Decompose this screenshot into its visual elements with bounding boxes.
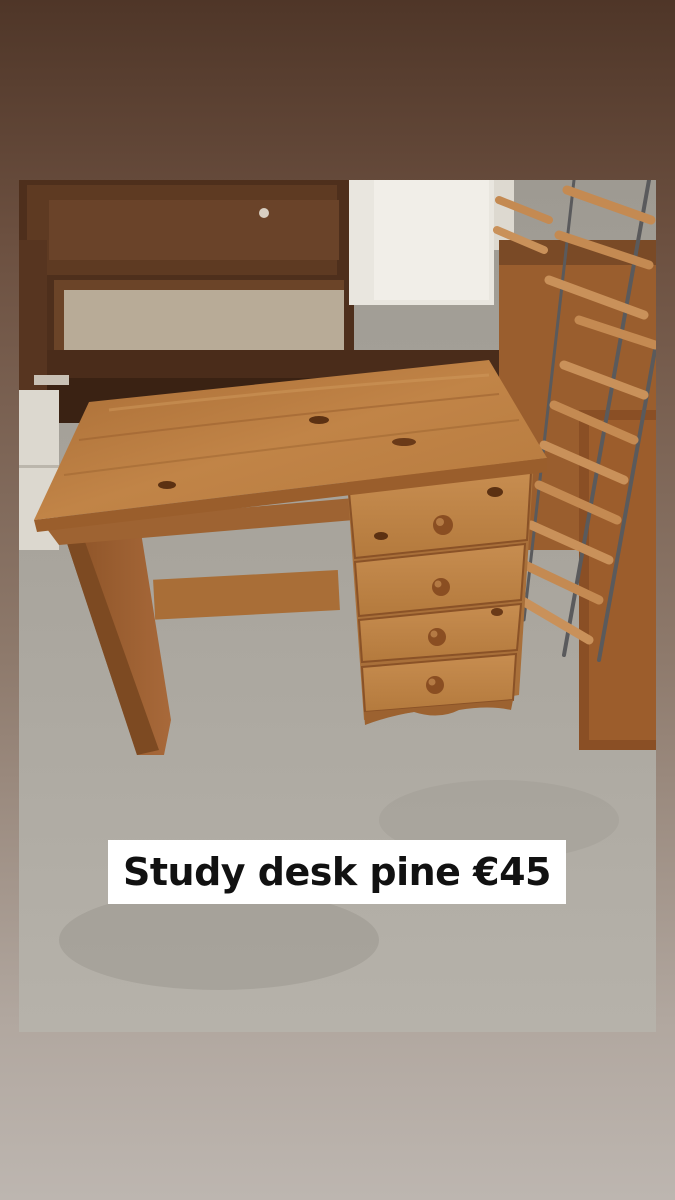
drawer-knob-2 [432, 578, 450, 596]
price-caption: Study desk pine €45 [108, 840, 566, 904]
drawer-knob-4 [426, 676, 444, 694]
drawer-knob-3 [428, 628, 446, 646]
drawer-knob-1 [433, 515, 453, 535]
desk-photo [19, 180, 656, 1032]
